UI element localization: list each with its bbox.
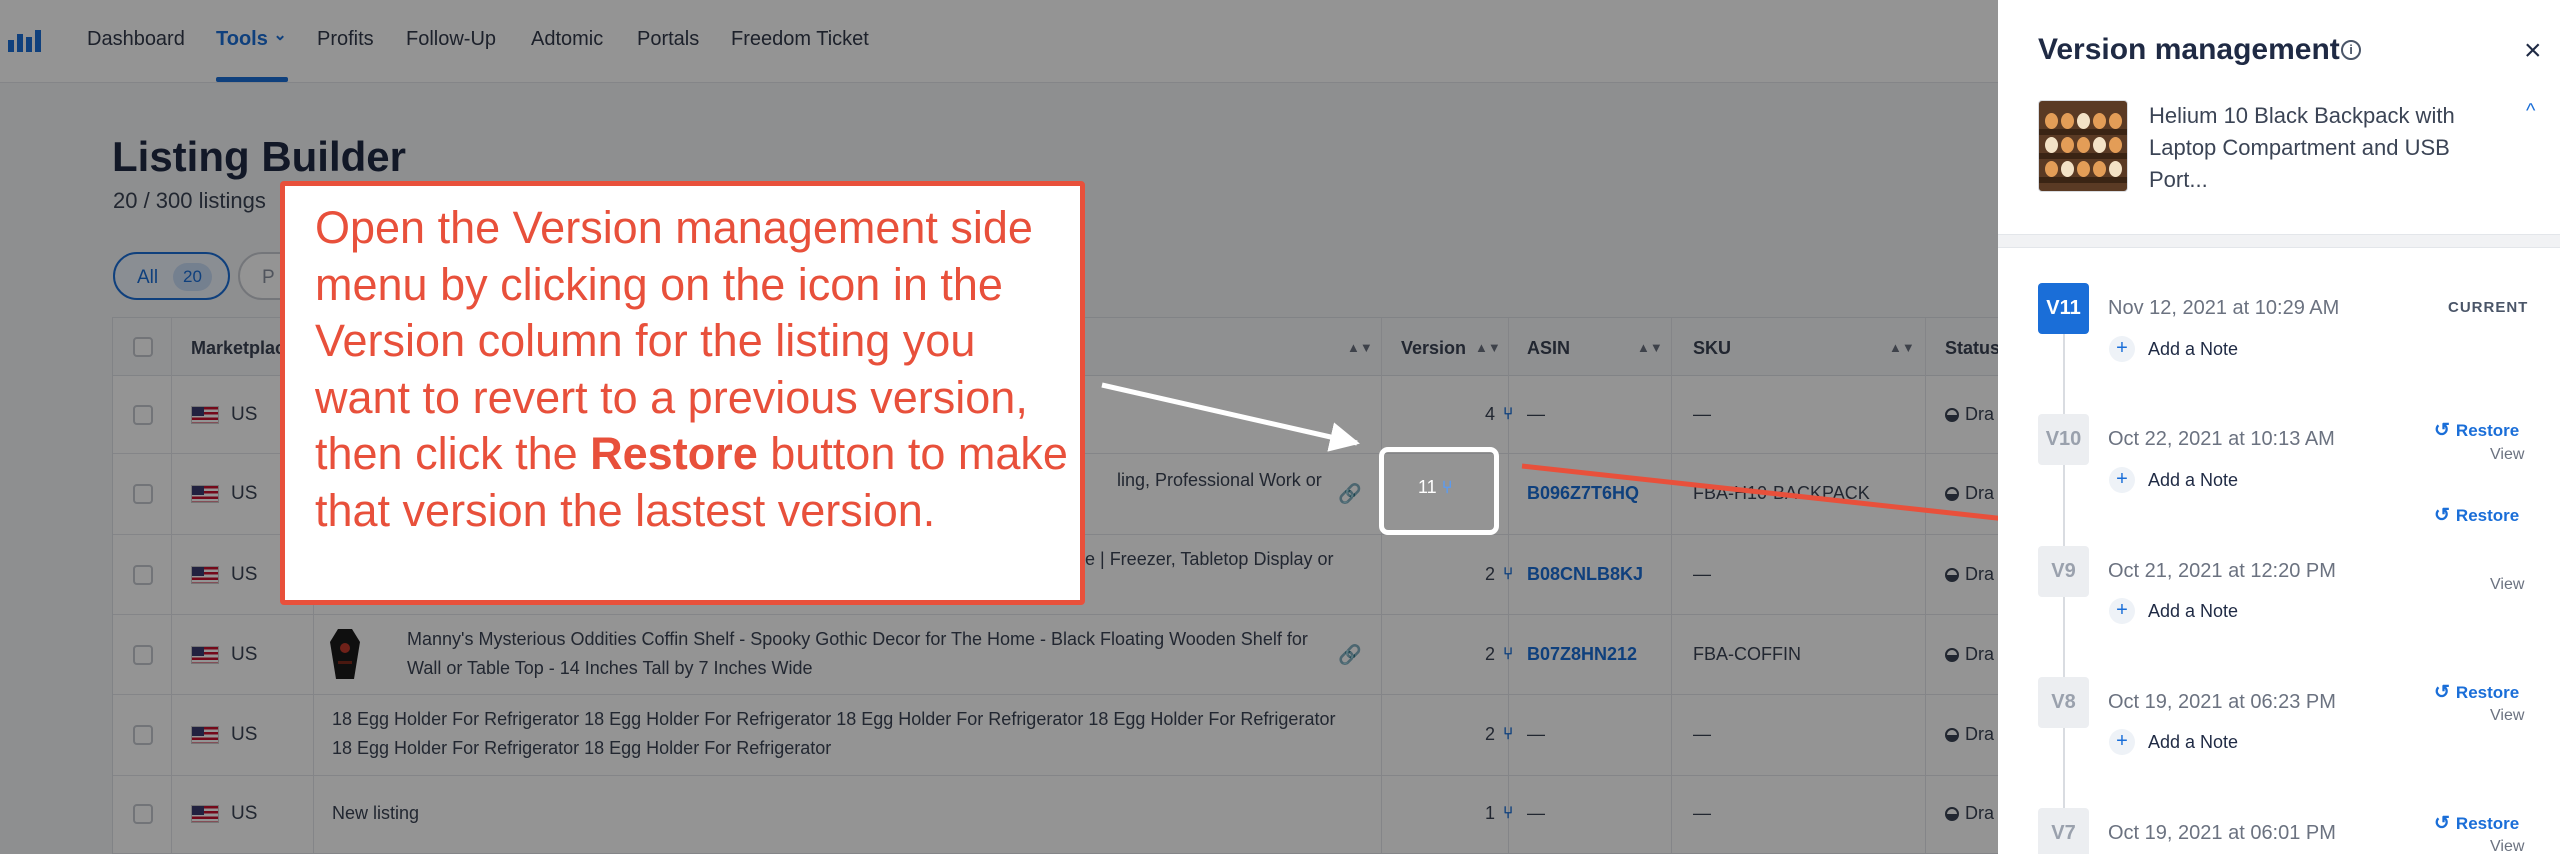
- version-badge-current: V11: [2038, 283, 2089, 334]
- plus-icon[interactable]: +: [2109, 598, 2135, 624]
- instruction-callout: Open the Version management side menu by…: [280, 181, 1085, 605]
- panel-divider: [1998, 234, 2560, 248]
- restore-icon: ↺: [2434, 813, 2450, 834]
- plus-icon[interactable]: +: [2109, 336, 2135, 362]
- view-button[interactable]: View: [2490, 707, 2524, 725]
- version-date: Oct 21, 2021 at 12:20 PM: [2108, 560, 2336, 582]
- view-button[interactable]: View: [2490, 838, 2524, 854]
- restore-button[interactable]: ↺ Restore: [2434, 681, 2519, 704]
- callout-text: Open the Version management side menu by…: [315, 200, 1075, 539]
- callout-restore-emphasis: Restore: [590, 428, 758, 479]
- version-badge: V7: [2038, 808, 2089, 854]
- restore-button[interactable]: ↺ Restore: [2434, 812, 2519, 835]
- version-badge: V10: [2038, 414, 2089, 465]
- product-name: Helium 10 Black Backpack with Laptop Com…: [2149, 103, 2455, 192]
- restore-label: Restore: [2455, 814, 2520, 833]
- view-button[interactable]: View: [2490, 446, 2524, 464]
- version-date: Oct 19, 2021 at 06:23 PM: [2108, 691, 2336, 713]
- plus-icon[interactable]: +: [2109, 467, 2135, 493]
- version-management-panel: Version management i × Helium 10 Black B…: [1998, 0, 2560, 854]
- restore-button[interactable]: ↺ Restore: [2434, 419, 2519, 442]
- chevron-up-icon[interactable]: ^: [2526, 100, 2535, 123]
- restore-label: Restore: [2455, 421, 2520, 440]
- restore-label: Restore: [2455, 683, 2520, 702]
- plus-icon[interactable]: +: [2109, 729, 2135, 755]
- view-button[interactable]: View: [2490, 576, 2524, 594]
- restore-icon: ↺: [2434, 420, 2450, 441]
- add-note-button[interactable]: Add a Note: [2148, 601, 2238, 622]
- close-icon[interactable]: ×: [2524, 34, 2542, 68]
- version-date: Oct 19, 2021 at 06:01 PM: [2108, 822, 2336, 844]
- add-note-button[interactable]: Add a Note: [2148, 470, 2238, 491]
- version-badge: V8: [2038, 677, 2089, 728]
- restore-label: Restore: [2455, 506, 2520, 525]
- restore-icon: ↺: [2434, 505, 2450, 526]
- restore-icon: ↺: [2434, 682, 2450, 703]
- add-note-button[interactable]: Add a Note: [2148, 732, 2238, 753]
- add-note-button[interactable]: Add a Note: [2148, 339, 2238, 360]
- info-icon[interactable]: i: [2341, 40, 2361, 60]
- restore-button[interactable]: ↺ Restore: [2434, 504, 2519, 527]
- current-label: CURRENT: [2448, 299, 2529, 316]
- version-badge: V9: [2038, 546, 2089, 597]
- version-date: Oct 22, 2021 at 10:13 AM: [2108, 428, 2335, 450]
- panel-title: Version management: [2038, 33, 2340, 66]
- version-date: Nov 12, 2021 at 10:29 AM: [2108, 297, 2340, 319]
- product-thumbnail: [2038, 100, 2128, 192]
- version-cell-highlight: [1379, 447, 1499, 535]
